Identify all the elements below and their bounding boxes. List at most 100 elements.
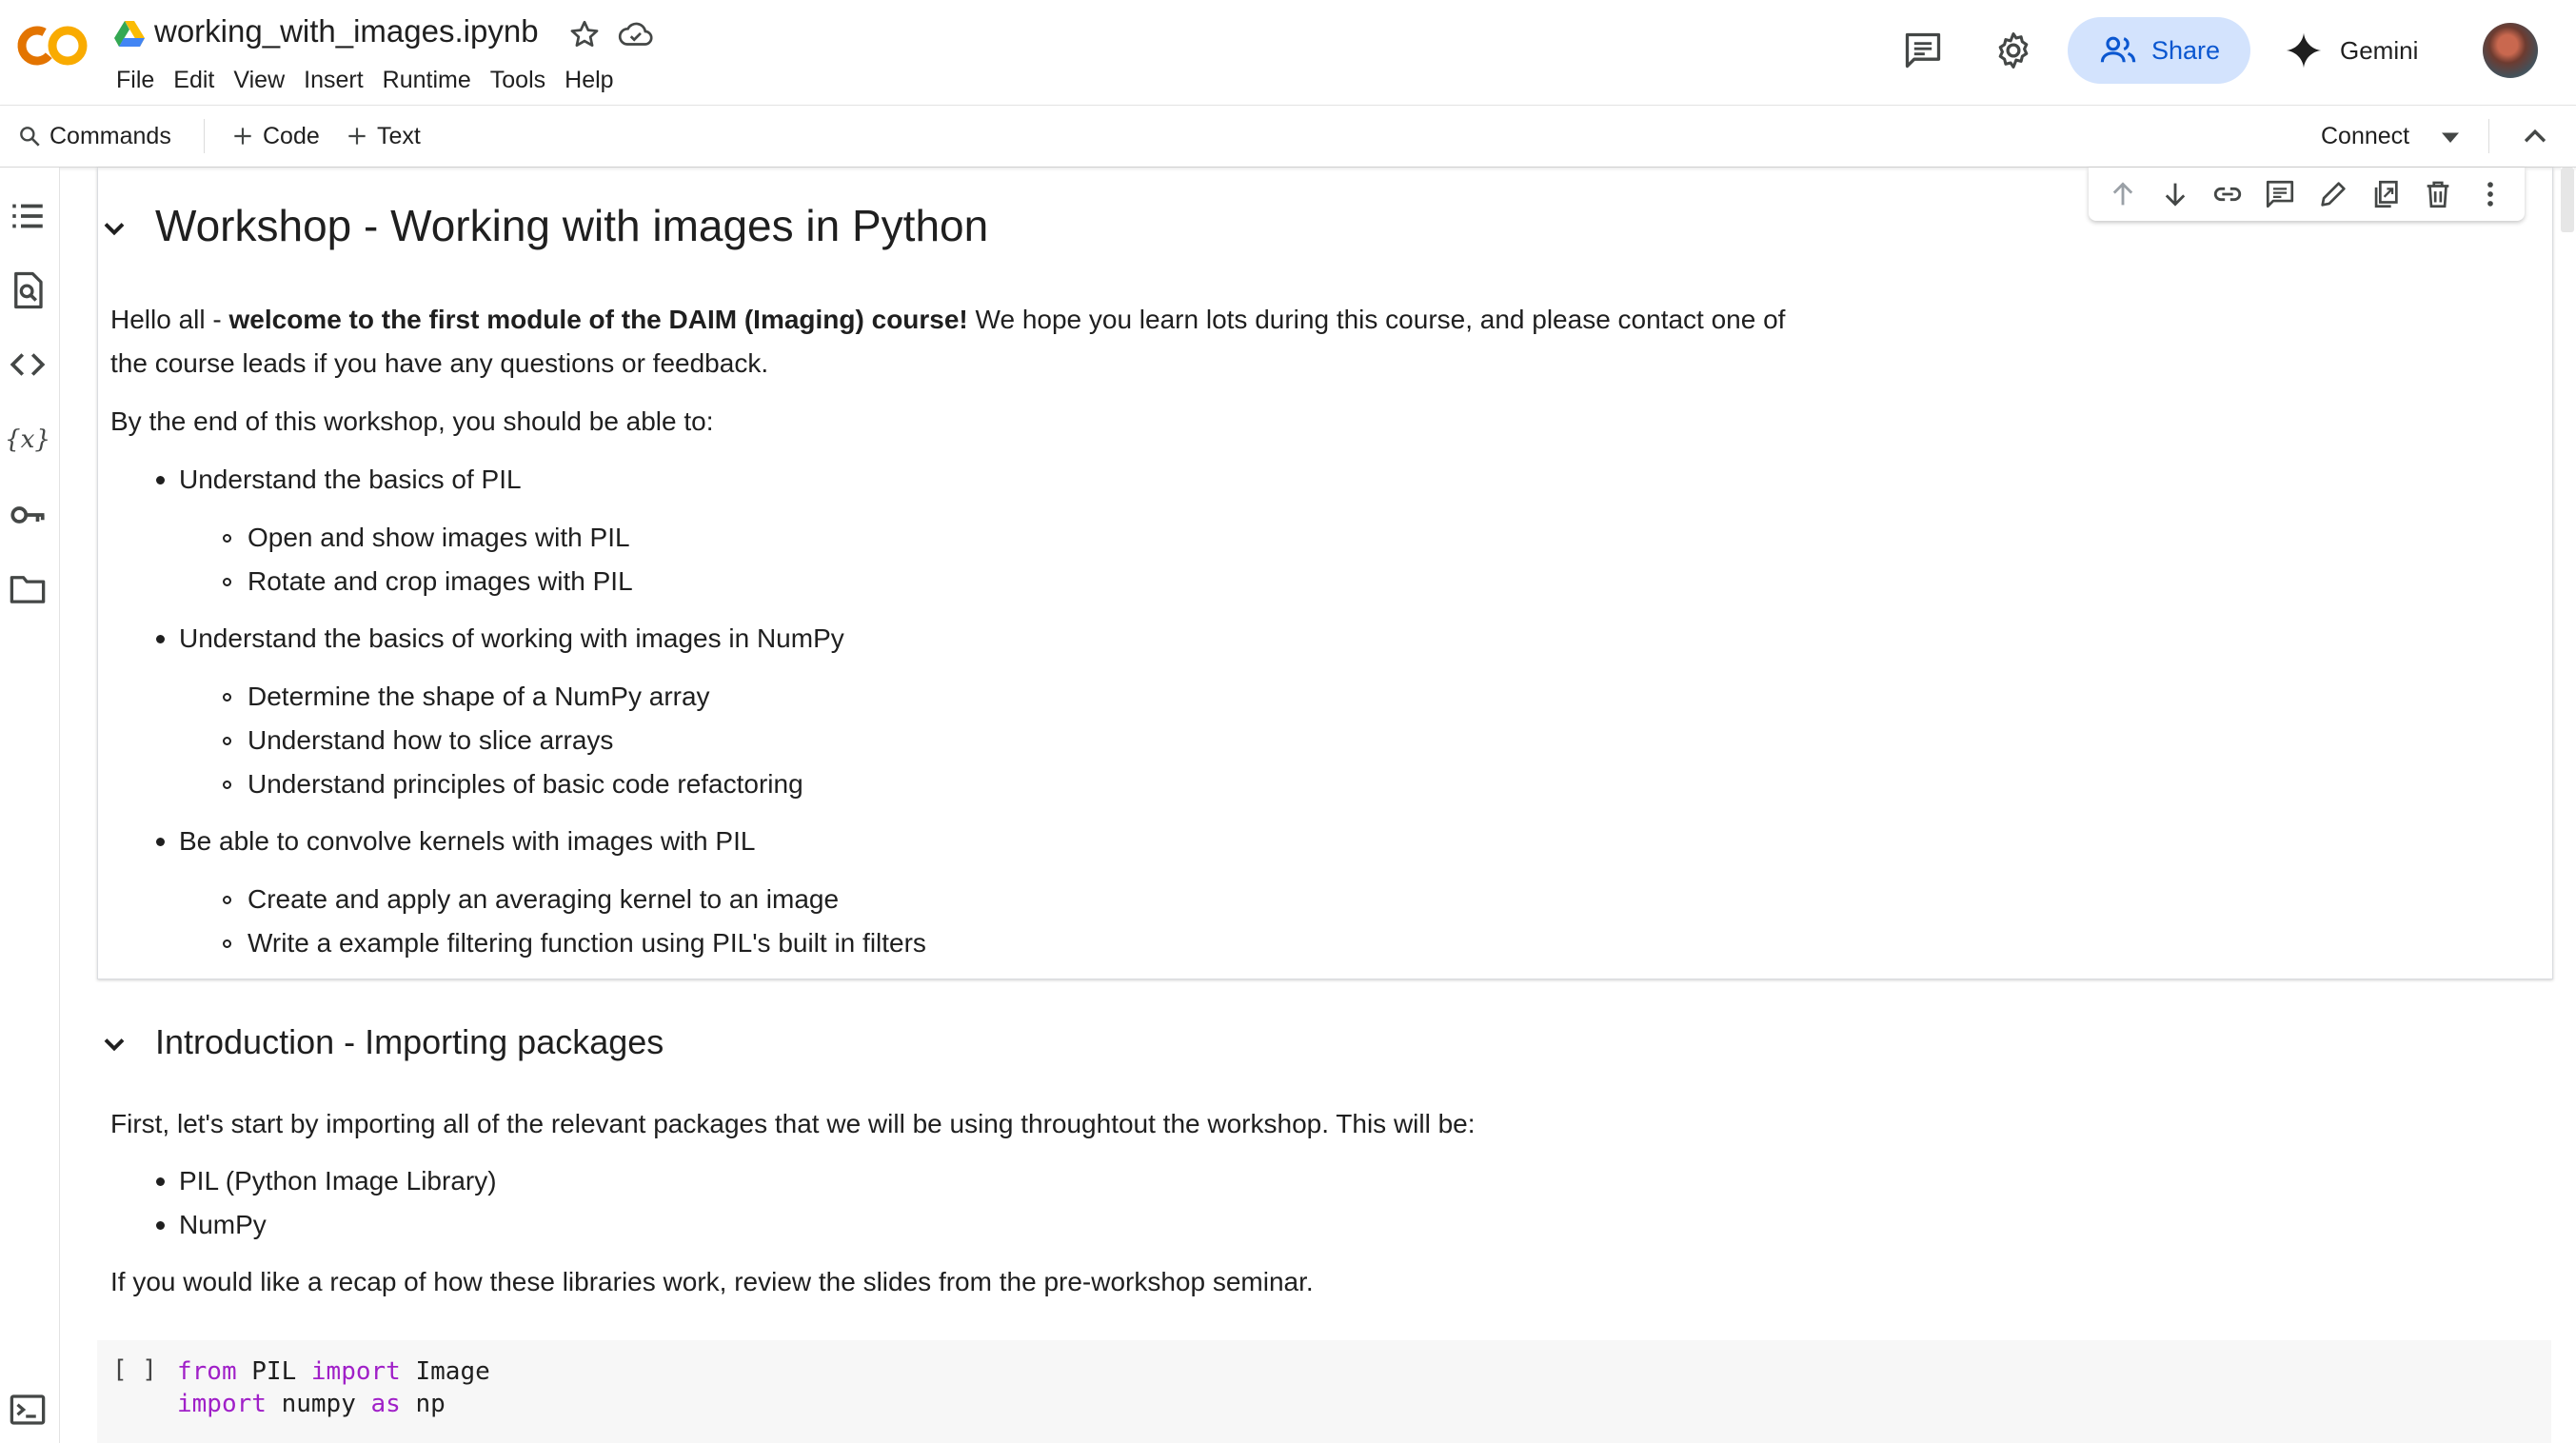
sub-objective-item: Create and apply an averaging kernel to … [248, 884, 840, 914]
comment-icon[interactable] [1902, 30, 1944, 71]
notebook-title[interactable]: working_with_images.ipynb [154, 13, 539, 49]
objective-item: Understand the basics of PIL [179, 465, 522, 494]
connect-button[interactable]: Connect [2321, 117, 2409, 155]
section-heading: Introduction - Importing packages [155, 1022, 664, 1061]
gemini-sparkle-icon [2286, 32, 2322, 69]
plus-icon [348, 128, 366, 145]
code-line[interactable]: from PIL import Image [177, 1357, 490, 1386]
secrets-key-icon[interactable] [8, 495, 48, 535]
cloud-saved-icon[interactable] [617, 17, 655, 51]
menu-file[interactable]: File [107, 63, 164, 98]
package-item: NumPy [179, 1210, 267, 1239]
svg-text:{x}: {x} [8, 425, 48, 454]
link-icon[interactable] [2211, 178, 2244, 210]
code-text: numpy [266, 1390, 371, 1418]
mirror-cell-icon[interactable] [2369, 178, 2402, 210]
intro-rest: We hope you learn lots during this cours… [967, 305, 1786, 334]
user-avatar[interactable] [2483, 23, 2538, 78]
menu-insert[interactable]: Insert [294, 63, 373, 98]
add-text-cell-button[interactable]: Text [345, 117, 421, 155]
run-cell-indicator[interactable]: [ ] [112, 1355, 157, 1384]
code-keyword: import [177, 1390, 267, 1418]
left-side-panel: {x} [0, 168, 60, 1443]
vertical-scrollbar-thumb[interactable] [2561, 168, 2574, 232]
list-bullet [156, 635, 165, 643]
colab-logo[interactable] [15, 23, 89, 69]
add-text-label: Text [377, 122, 421, 149]
files-folder-icon[interactable] [8, 569, 48, 609]
packages-intro: First, let's start by importing all of t… [110, 1109, 1476, 1138]
sub-objective-item: Open and show images with PIL [248, 523, 630, 552]
settings-gear-icon[interactable] [1992, 30, 2034, 71]
move-up-icon[interactable] [2107, 178, 2139, 210]
sub-objective-item: Determine the shape of a NumPy array [248, 682, 710, 711]
commands-button[interactable]: Commands [17, 117, 171, 155]
gemini-button[interactable]: Gemini [2285, 23, 2418, 78]
sub-objective-item: Rotate and crop images with PIL [248, 566, 633, 596]
add-code-label: Code [263, 122, 320, 149]
variables-icon[interactable]: {x} [8, 419, 48, 459]
list-bullet [223, 578, 231, 586]
code-keyword: import [310, 1357, 401, 1386]
section-heading: Workshop - Working with images in Python [155, 201, 989, 250]
table-of-contents-icon[interactable] [8, 196, 48, 236]
commands-label: Commands [50, 122, 171, 149]
gemini-label: Gemini [2340, 35, 2419, 65]
terminal-icon[interactable] [8, 1390, 48, 1430]
objective-item: Be able to convolve kernels with images … [179, 826, 756, 856]
code-line[interactable]: import numpy as np [177, 1390, 446, 1418]
code-text: Image [400, 1357, 490, 1386]
code-keyword: as [370, 1390, 401, 1418]
share-button[interactable]: Share [2068, 17, 2250, 84]
people-icon [2100, 36, 2136, 63]
toolbar-divider [204, 119, 205, 153]
sub-objective-item: Write a example filtering function using… [248, 928, 926, 958]
collapse-header-icon[interactable] [2518, 121, 2552, 153]
menu-tools[interactable]: Tools [481, 63, 555, 98]
intro-bold: welcome to the first module of the DAIM … [228, 305, 968, 334]
add-code-cell-button[interactable]: Code [230, 117, 320, 155]
code-keyword: from [177, 1357, 237, 1386]
connect-dropdown-icon[interactable] [2433, 123, 2467, 151]
plus-icon [234, 128, 251, 145]
toolbar-divider [2488, 119, 2489, 153]
list-bullet [223, 737, 231, 745]
vertical-scrollbar-track [2561, 168, 2574, 1443]
list-bullet [223, 939, 231, 948]
menu-edit[interactable]: Edit [164, 63, 224, 98]
menu-view[interactable]: View [224, 63, 294, 98]
intro-paragraph: Hello all - welcome to the first module … [110, 298, 1785, 342]
delete-icon[interactable] [2422, 178, 2454, 210]
find-replace-icon[interactable] [8, 270, 48, 310]
recap-paragraph: If you would like a recap of how these l… [110, 1267, 1314, 1296]
intro-paragraph-line2: the course leads if you have any questio… [110, 348, 769, 378]
objective-item: Understand the basics of working with im… [179, 623, 844, 653]
move-down-icon[interactable] [2159, 178, 2191, 210]
list-bullet [156, 476, 165, 484]
comment-icon[interactable] [2264, 178, 2296, 210]
star-icon[interactable] [567, 17, 602, 51]
search-icon [20, 127, 40, 147]
code-text: np [400, 1390, 446, 1418]
menu-runtime[interactable]: Runtime [373, 63, 481, 98]
list-bullet [223, 534, 231, 543]
objectives-intro: By the end of this workshop, you should … [110, 406, 714, 436]
list-bullet [223, 896, 231, 904]
more-vert-icon[interactable] [2474, 178, 2507, 210]
code-snippets-icon[interactable] [8, 345, 48, 385]
collapse-section-chevron-icon[interactable] [97, 211, 131, 246]
collapse-section-chevron-icon[interactable] [97, 1027, 131, 1061]
sub-objective-item: Understand principles of basic code refa… [248, 769, 803, 799]
list-bullet [156, 838, 165, 846]
code-text: PIL [236, 1357, 311, 1386]
menu-help[interactable]: Help [555, 63, 623, 98]
intro-prefix: Hello all - [110, 305, 229, 334]
share-label: Share [2150, 35, 2221, 65]
list-bullet [223, 781, 231, 789]
notebook-toolbar: Commands Code Text Connect [0, 105, 2576, 168]
package-item: PIL (Python Image Library) [179, 1166, 497, 1196]
app-header: working_with_images.ipynb File Edit View… [0, 0, 2576, 105]
code-cell[interactable] [97, 1340, 2551, 1443]
sub-objective-item: Understand how to slice arrays [248, 725, 614, 755]
edit-pencil-icon[interactable] [2317, 178, 2349, 210]
